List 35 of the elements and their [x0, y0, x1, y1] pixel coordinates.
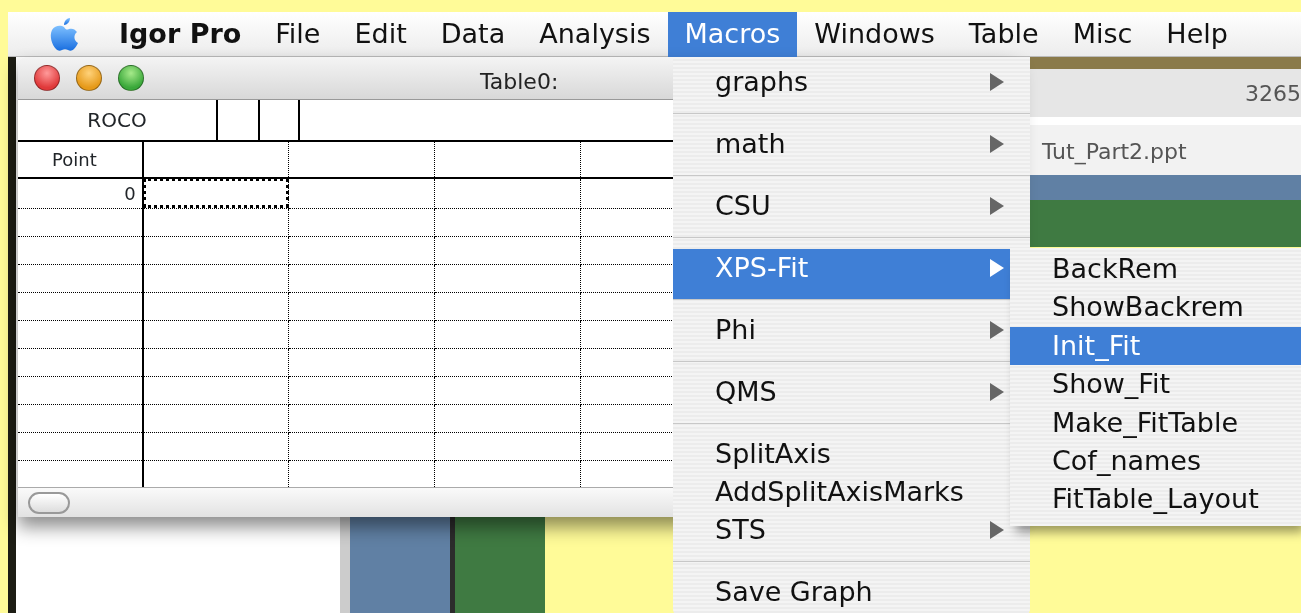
document-tab[interactable]: Tut_Part2.ppt — [1042, 135, 1187, 168]
apple-logo-icon[interactable] — [48, 16, 80, 52]
menu-item[interactable]: graphs — [673, 63, 1030, 114]
window-title: 3265 — [1245, 80, 1301, 108]
menu-item[interactable]: Init_Fit — [1010, 326, 1301, 366]
app-menu[interactable]: Igor Pro — [102, 11, 259, 57]
window-title: Table0: — [480, 68, 559, 96]
selected-cell[interactable] — [142, 178, 289, 208]
column-header: Point — [18, 142, 143, 178]
row-index: 0 — [18, 178, 143, 208]
menu-item[interactable]: Macros — [667, 11, 798, 57]
menu-item[interactable]: CSU — [673, 187, 1030, 238]
menu-item[interactable]: Misc — [1055, 11, 1150, 57]
submenu-arrow-icon — [990, 521, 1004, 539]
menu-item[interactable]: Save Graph — [673, 573, 1030, 611]
zoom-button[interactable] — [118, 65, 144, 91]
menu-item[interactable]: Windows — [797, 11, 952, 57]
submenu-arrow-icon — [990, 73, 1004, 91]
menu-item[interactable]: Edit — [337, 11, 424, 57]
menu-item[interactable]: Analysis — [522, 11, 668, 57]
minimize-button[interactable] — [76, 65, 102, 91]
menu-item[interactable]: Help — [1149, 11, 1245, 57]
submenu-arrow-icon — [990, 321, 1004, 339]
menu-item[interactable]: Cof_names — [1010, 441, 1301, 481]
menu-item[interactable]: File — [258, 11, 338, 57]
submenu-arrow-icon — [990, 197, 1004, 215]
submenu-arrow-icon — [990, 383, 1004, 401]
column-name-cell: ROCO — [18, 100, 218, 140]
scroll-thumb[interactable] — [28, 492, 70, 514]
submenu-arrow-icon — [990, 135, 1004, 153]
close-button[interactable] — [34, 65, 60, 91]
menu-item[interactable]: Data — [423, 11, 523, 57]
menu-item[interactable]: Table — [951, 11, 1056, 57]
menu-item[interactable]: math — [673, 125, 1030, 176]
submenu-arrow-icon — [990, 259, 1004, 277]
